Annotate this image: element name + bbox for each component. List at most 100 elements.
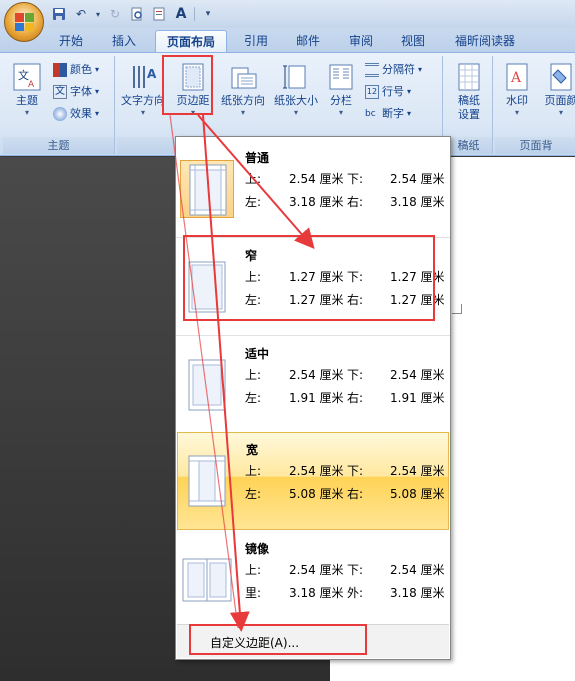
themes-arrow-icon: ▾ (24, 108, 29, 117)
tab-insert[interactable]: 插入 (104, 30, 144, 52)
draft-paper-group-label: 稿纸 (445, 137, 492, 154)
line-numbers-arrow-icon: ▾ (407, 87, 412, 96)
font-a-icon[interactable]: A (172, 5, 190, 23)
line-numbers-button[interactable]: 12 行号 ▾ (365, 82, 411, 102)
margin-option-moderate[interactable]: 适中 上: 2.54 厘米 下: 2.54 厘米 左: 1.91 厘米 右: 1… (177, 336, 449, 434)
themes-icon: 文A (12, 62, 42, 92)
normal-bottom-label: 下: (347, 172, 364, 186)
columns-arrow-icon: ▾ (338, 108, 343, 117)
undo-dropdown-icon[interactable]: ▾ (94, 5, 102, 23)
effects-icon (53, 107, 67, 121)
normal-bottom-value: 2.54 厘米 (390, 172, 445, 186)
tab-home[interactable]: 开始 (52, 30, 90, 52)
normal-thumbnail (180, 160, 234, 218)
mirrored-top-value: 2.54 厘米 (289, 563, 344, 577)
tab-mailings[interactable]: 邮件 (288, 30, 328, 52)
line-numbers-label: 行号 (382, 85, 404, 98)
mirrored-thumbnail (180, 551, 234, 609)
colors-button[interactable]: 颜色 ▾ (53, 60, 99, 80)
themes-button[interactable]: 文A 主题 ▾ (5, 58, 49, 130)
moderate-bottom-value: 2.54 厘米 (390, 368, 445, 382)
orientation-button[interactable]: 纸张方向 ▾ (218, 58, 268, 130)
page-corner-mark (452, 304, 462, 314)
svg-text:A: A (147, 67, 157, 81)
columns-button[interactable]: 分栏 ▾ (323, 58, 359, 130)
narrow-highlight-box (183, 235, 435, 321)
wide-bottom-value: 2.54 厘米 (390, 464, 445, 478)
breaks-label: 分隔符 (382, 63, 415, 76)
svg-text:A: A (28, 80, 35, 90)
normal-right-value: 3.18 厘米 (390, 195, 445, 209)
page-color-arrow-icon: ▾ (558, 108, 563, 117)
moderate-right-value: 1.91 厘米 (390, 391, 445, 405)
qat-separator (194, 7, 195, 21)
size-button[interactable]: 纸张大小 ▾ (270, 58, 322, 130)
tab-view[interactable]: 视图 (393, 30, 433, 52)
margin-option-wide[interactable]: 宽 上: 2.54 厘米 下: 2.54 厘米 左: 5.08 厘米 右: 5.… (177, 432, 449, 530)
tab-review[interactable]: 审阅 (341, 30, 381, 52)
normal-top-label: 上: (245, 172, 262, 186)
page-background-group: A 水印 ▾ 页面颜 ▾ 页面背 (495, 56, 575, 154)
title-bar: ↶ ▾ ↻ A ▾ (0, 0, 575, 28)
tab-foxit-reader[interactable]: 福昕阅读器 (447, 30, 523, 52)
margins-gallery: 普通 上: 2.54 厘米 下: 2.54 厘米 左: 3.18 厘米 右: 3… (175, 136, 451, 660)
wide-left-label: 左: (245, 487, 262, 501)
normal-right-label: 右: (347, 195, 364, 209)
text-direction-icon: A (128, 62, 158, 92)
moderate-name: 适中 (245, 347, 270, 361)
draft-paper-group: 稿纸 设置 稿纸 (445, 56, 493, 154)
effects-label: 效果 (70, 107, 92, 120)
mirrored-bottom-label: 下: (347, 563, 364, 577)
page-background-group-label: 页面背 (495, 137, 575, 154)
fonts-arrow-icon: ▾ (95, 87, 100, 96)
colors-arrow-icon: ▾ (95, 65, 100, 74)
breaks-button[interactable]: 分隔符 ▾ (365, 60, 422, 80)
effects-arrow-icon: ▾ (95, 109, 100, 118)
watermark-label: 水印 (506, 94, 528, 107)
office-logo-icon (15, 13, 34, 31)
wide-bottom-label: 下: (347, 464, 364, 478)
draft-paper-button[interactable]: 稿纸 设置 (447, 58, 491, 130)
watermark-arrow-icon: ▾ (514, 108, 519, 117)
fonts-button[interactable]: 文 字体 ▾ (53, 82, 99, 102)
document-icon[interactable] (150, 5, 168, 23)
tab-page-layout[interactable]: 页面布局 (155, 30, 227, 52)
wide-name: 宽 (246, 443, 259, 457)
normal-name: 普通 (245, 151, 270, 165)
draft-paper-icon (454, 62, 484, 92)
effects-button[interactable]: 效果 ▾ (53, 104, 99, 124)
save-icon[interactable] (50, 5, 68, 23)
moderate-thumbnail (180, 356, 234, 414)
mirrored-outside-label: 外: (347, 586, 364, 600)
fonts-icon: 文 (53, 85, 67, 99)
line-numbers-icon: 12 (365, 85, 379, 99)
orientation-icon (228, 62, 258, 92)
moderate-top-label: 上: (245, 368, 262, 382)
watermark-button[interactable]: A 水印 ▾ (497, 58, 537, 130)
margin-option-mirrored[interactable]: 镜像 上: 2.54 厘米 下: 2.54 厘米 里: 3.18 厘米 外: 3… (177, 531, 449, 629)
themes-label: 主题 (16, 94, 38, 107)
page-color-icon (546, 62, 575, 92)
custom-margins-highlight-box (189, 624, 367, 655)
page-color-button[interactable]: 页面颜 ▾ (539, 58, 575, 130)
themes-group-label: 主题 (3, 137, 114, 154)
redo-icon[interactable]: ↻ (106, 5, 124, 23)
print-preview-icon[interactable] (128, 5, 146, 23)
hyphenation-arrow-icon: ▾ (407, 109, 412, 118)
hyphenation-icon: bc (365, 109, 376, 119)
customize-qat-icon[interactable]: ▾ (199, 5, 217, 23)
tab-references[interactable]: 引用 (236, 30, 276, 52)
mirrored-top-label: 上: (245, 563, 262, 577)
size-arrow-icon: ▾ (293, 108, 298, 117)
orientation-label: 纸张方向 (221, 94, 265, 107)
size-icon (281, 62, 311, 92)
page-color-label: 页面颜 (544, 94, 575, 107)
margin-option-normal[interactable]: 普通 上: 2.54 厘米 下: 2.54 厘米 左: 3.18 厘米 右: 3… (177, 140, 449, 238)
undo-icon[interactable]: ↶ (72, 5, 90, 23)
svg-text:A: A (510, 70, 522, 86)
orientation-arrow-icon: ▾ (240, 108, 245, 117)
hyphenation-label: 断字 (382, 107, 404, 120)
size-label: 纸张大小 (274, 94, 318, 107)
hyphenation-button[interactable]: bc 断字 ▾ (365, 104, 411, 124)
office-button[interactable] (4, 2, 44, 42)
